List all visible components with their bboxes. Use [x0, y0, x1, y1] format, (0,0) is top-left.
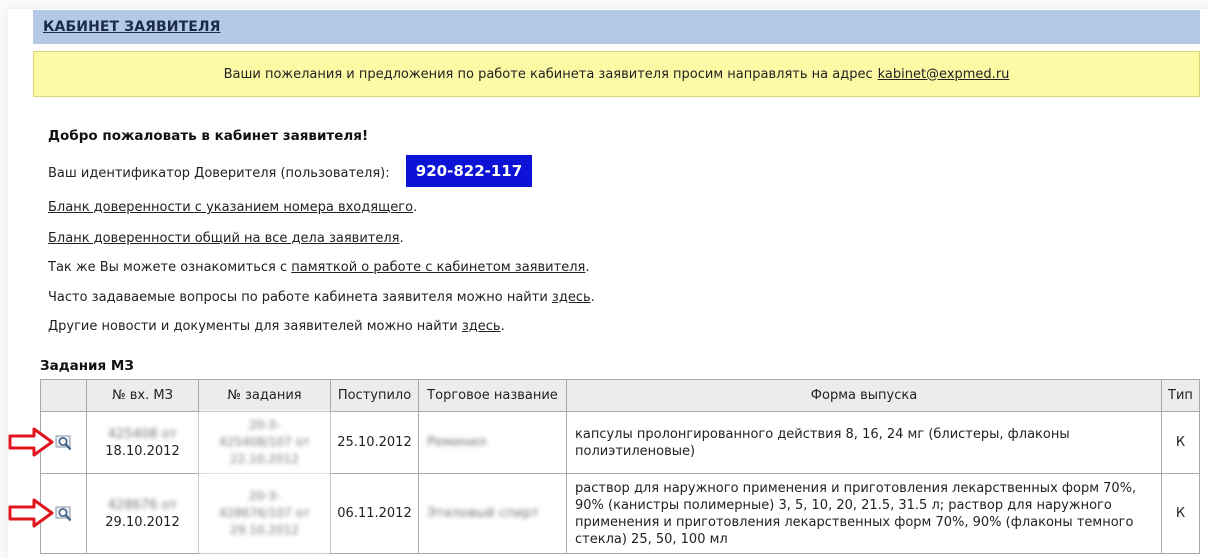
- red-arrow-icon: [8, 427, 54, 461]
- in-date: 29.10.2012: [105, 514, 180, 530]
- blank-incoming-link[interactable]: Бланк доверенности с указанием номера вх…: [48, 200, 413, 215]
- col-task-number[interactable]: № задания: [198, 379, 331, 412]
- trade-name: Этиловый спирт: [427, 506, 539, 521]
- col-type[interactable]: Тип: [1161, 379, 1200, 412]
- task-number-line3: 22.10.2012: [230, 452, 299, 466]
- faq-prefix: Часто задаваемые вопросы по работе кабин…: [48, 290, 548, 305]
- magnifier-icon[interactable]: [55, 435, 73, 451]
- memo-line: Так же Вы можете ознакомиться с памяткой…: [48, 260, 589, 275]
- page-title[interactable]: КАБИНЕТ ЗАЯВИТЕЛЯ: [43, 19, 221, 35]
- blank-general-link[interactable]: Бланк доверенности общий на все дела зая…: [48, 231, 399, 246]
- identifier-line: Ваш идентификатор Доверителя (пользовате…: [48, 166, 390, 181]
- page: КАБИНЕТ ЗАЯВИТЕЛЯ Ваши пожелания и предл…: [0, 0, 1208, 558]
- table-header-row: № вх. МЗ № задания Поступило Торговое на…: [40, 379, 1200, 412]
- type-cell: К: [1161, 473, 1200, 554]
- trade-name-cell: Реминил: [418, 411, 567, 474]
- col-received[interactable]: Поступило: [330, 379, 419, 412]
- col-trade-name[interactable]: Торговое название: [418, 379, 567, 412]
- faq-link[interactable]: здесь: [552, 290, 591, 305]
- table-row: 425408 от 18.10.2012 20-3- 425408/107 от…: [40, 411, 1200, 474]
- task-number-line2: 425408/107 от: [219, 435, 310, 449]
- type-cell: К: [1161, 411, 1200, 474]
- task-number-cell: 20-3- 425408/107 от 22.10.2012: [198, 411, 331, 474]
- tasks-heading: Задания МЗ: [40, 358, 134, 374]
- task-number-line3: 29.10.2012: [230, 523, 299, 537]
- trade-name-cell: Этиловый спирт: [418, 473, 567, 554]
- news-link[interactable]: здесь: [462, 319, 501, 334]
- col-view: [40, 379, 87, 412]
- blank-general-line: Бланк доверенности общий на все дела зая…: [48, 231, 404, 246]
- task-number-line1: 20-3-: [248, 418, 281, 432]
- news-line: Другие новости и документы для заявителе…: [48, 319, 505, 334]
- header-bar: КАБИНЕТ ЗАЯВИТЕЛЯ: [33, 10, 1200, 44]
- period: .: [585, 260, 590, 275]
- task-number-cell: 20-3- 428676/107 от 29.10.2012: [198, 473, 331, 554]
- period: .: [500, 319, 505, 334]
- period: .: [413, 200, 418, 215]
- period: .: [590, 290, 595, 305]
- blank-incoming-line: Бланк доверенности с указанием номера вх…: [48, 200, 417, 215]
- in-number: 428676 от: [107, 497, 178, 513]
- notice-text: Ваши пожелания и предложения по работе к…: [223, 66, 873, 82]
- task-number-line1: 20-3-: [248, 489, 281, 503]
- tasks-table: № вх. МЗ № задания Поступило Торговое на…: [40, 379, 1200, 554]
- memo-prefix: Так же Вы можете ознакомиться с: [48, 260, 288, 275]
- welcome-heading: Добро пожаловать в кабинет заявителя!: [48, 128, 369, 144]
- identifier-badge: 920-822-117: [406, 155, 532, 187]
- col-release-form[interactable]: Форма выпуска: [566, 379, 1162, 412]
- in-date: 18.10.2012: [105, 443, 180, 459]
- identifier-label: Ваш идентификатор Доверителя (пользовате…: [48, 166, 390, 181]
- feedback-notice: Ваши пожелания и предложения по работе к…: [33, 51, 1200, 97]
- received-cell: 25.10.2012: [330, 411, 419, 474]
- table-row: 428676 от 29.10.2012 20-3- 428676/107 от…: [40, 473, 1200, 554]
- col-in-number[interactable]: № вх. МЗ: [86, 379, 199, 412]
- red-arrow-icon: [8, 498, 54, 532]
- magnifier-icon[interactable]: [55, 506, 73, 522]
- release-form-cell: капсулы пролонгированного действия 8, 16…: [566, 411, 1162, 474]
- period: .: [399, 231, 404, 246]
- release-form-cell: раствор для наружного применения и приго…: [566, 473, 1162, 554]
- trade-name: Реминил: [427, 435, 487, 450]
- in-number-cell: 425408 от 18.10.2012: [86, 411, 199, 474]
- task-number-line2: 428676/107 от: [219, 506, 310, 520]
- faq-line: Часто задаваемые вопросы по работе кабин…: [48, 290, 595, 305]
- in-number: 425408 от: [107, 426, 178, 442]
- feedback-email-link[interactable]: kabinet@expmed.ru: [878, 67, 1010, 82]
- in-number-cell: 428676 от 29.10.2012: [86, 473, 199, 554]
- memo-link[interactable]: памяткой о работе с кабинетом заявителя: [291, 260, 585, 275]
- received-cell: 06.11.2012: [330, 473, 419, 554]
- news-prefix: Другие новости и документы для заявителе…: [48, 319, 458, 334]
